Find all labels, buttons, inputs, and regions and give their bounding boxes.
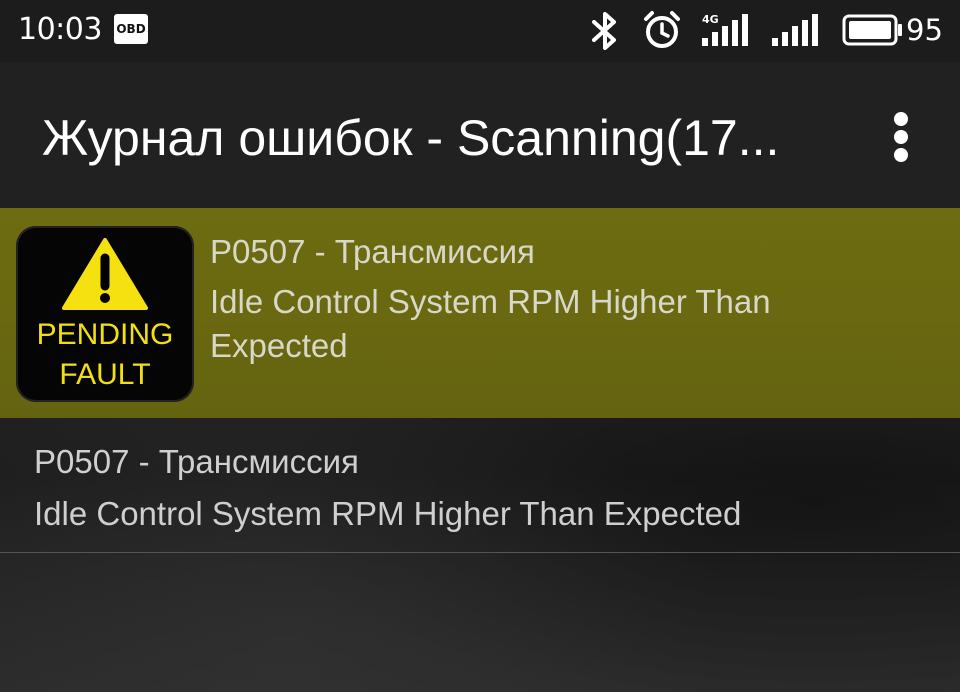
more-vert-icon — [894, 130, 908, 144]
badge-label-fault: FAULT — [59, 358, 151, 391]
fault-description: Idle Control System RPM Higher Than Expe… — [210, 283, 771, 364]
status-bar: 10:03 OBD 4G 95 — [0, 0, 960, 62]
fault-code: P0507 - Трансмиссия — [34, 443, 359, 480]
warning-icon — [62, 238, 148, 310]
more-vert-icon — [894, 148, 908, 162]
fault-description: Idle Control System RPM Higher Than Expe… — [34, 495, 742, 532]
fault-list: PENDING FAULT P0507 - Трансмиссия Idle C… — [0, 208, 960, 692]
obd-notification-icon: OBD — [114, 14, 148, 44]
list-item[interactable]: P0507 - Трансмиссия Idle Control System … — [0, 418, 960, 553]
list-item[interactable]: PENDING FAULT P0507 - Трансмиссия Idle C… — [0, 208, 960, 418]
page-title: Журнал ошибок - Scanning(17... — [42, 110, 780, 166]
badge-label-pending: PENDING — [36, 318, 174, 351]
bluetooth-icon — [592, 12, 616, 50]
fault-code: P0507 - Трансмиссия — [210, 233, 535, 270]
status-time: 10:03 — [18, 12, 102, 47]
pending-fault-badge: PENDING FAULT — [16, 226, 194, 402]
cellular-signal-icon — [772, 14, 818, 46]
cellular-signal-4g-icon: 4G — [702, 13, 748, 46]
app-bar: Журнал ошибок - Scanning(17... — [0, 62, 960, 208]
more-vert-icon — [894, 112, 908, 126]
battery-level: 95 — [906, 13, 943, 47]
alarm-icon — [644, 11, 680, 48]
network-type-label: 4G — [702, 13, 719, 26]
overflow-menu-button[interactable] — [878, 106, 924, 166]
battery-icon — [842, 14, 902, 46]
